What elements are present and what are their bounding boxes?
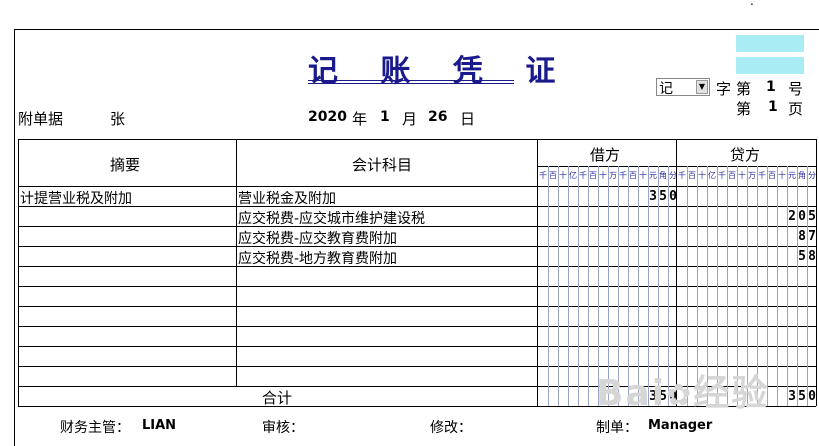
supervisor-value: LIAN	[142, 418, 177, 433]
supervisor-label: 财务主管：	[60, 420, 130, 436]
credit-unit-label: 十	[698, 171, 706, 180]
credit-digit-gridline	[797, 166, 798, 406]
ye-label: 页	[788, 100, 804, 118]
di-label-2: 第	[736, 100, 752, 118]
credit-unit-label: 万	[748, 171, 756, 180]
row-debit-digit: 5	[659, 189, 667, 204]
row-debit-digit: 3	[649, 189, 657, 204]
attachment-unit: 张	[110, 110, 126, 128]
debit-unit-label: 百	[629, 171, 637, 180]
col-sep-account	[236, 139, 237, 386]
zi-label: 字	[716, 80, 732, 98]
total-label: 合计	[262, 389, 293, 407]
debit-unit-label: 角	[659, 171, 667, 180]
debit-digit-gridline	[588, 166, 589, 406]
debit-unit-label: 百	[589, 171, 597, 180]
credit-unit-label: 百	[768, 171, 776, 180]
total-credit-digit: 3	[788, 389, 796, 404]
title-underline-1	[308, 80, 514, 81]
row-account[interactable]: 营业税金及附加	[238, 188, 336, 208]
total-credit-digit: 0	[808, 389, 816, 404]
debit-unit-label: 亿	[569, 171, 577, 180]
row-summary[interactable]: 计提营业税及附加	[20, 188, 132, 208]
row-credit-digit: 2	[788, 209, 796, 224]
debit-digit-gridline	[568, 166, 569, 406]
date-year[interactable]: 2020	[308, 109, 347, 125]
voucher-top-border	[14, 29, 819, 30]
row-account[interactable]: 应交税费-应交城市维护建设税	[238, 208, 425, 228]
title-underline-2	[308, 83, 514, 84]
year-label: 年	[352, 110, 368, 128]
credit-unit-label: 百	[688, 171, 696, 180]
row-account[interactable]: 应交税费-应交教育费附加	[238, 228, 397, 248]
voucher-type-select[interactable]: 记 ▼	[656, 78, 710, 97]
corner-marker: .	[750, 0, 754, 8]
row-credit-digit: 8	[798, 229, 806, 244]
credit-digit-gridline	[807, 166, 808, 406]
page-number[interactable]: 1	[768, 99, 778, 115]
debit-unit-label: 千	[619, 171, 627, 180]
date-day[interactable]: 26	[428, 109, 447, 125]
row-account[interactable]: 应交税费-地方教育费附加	[238, 248, 397, 268]
voucher-left-border	[14, 29, 15, 446]
cyan-cell-2[interactable]	[736, 57, 804, 74]
debit-unit-label: 百	[549, 171, 557, 180]
debit-unit-label: 十	[559, 171, 567, 180]
debit-unit-label: 十	[599, 171, 607, 180]
row-credit-digit: 0	[798, 209, 806, 224]
di-label-1: 第	[736, 80, 752, 98]
col-header-summary: 摘要	[110, 156, 141, 174]
cyan-cell-1[interactable]	[736, 35, 804, 52]
row-credit-digit: 5	[808, 209, 816, 224]
row-credit-digit: 5	[798, 249, 806, 264]
voucher-type-value: 记	[659, 81, 673, 97]
debit-unit-label: 千	[579, 171, 587, 180]
col-header-account: 会计科目	[352, 156, 413, 174]
col-header-debit: 借方	[590, 146, 621, 164]
prepared-label: 制单：	[596, 420, 638, 436]
total-credit-digit: 5	[798, 389, 806, 404]
modify-label: 修改：	[430, 420, 472, 436]
credit-unit-label: 千	[758, 171, 766, 180]
prepared-value: Manager	[648, 418, 713, 433]
date-month[interactable]: 1	[380, 109, 390, 125]
row-credit-digit: 8	[808, 249, 816, 264]
credit-digit-gridline	[787, 166, 788, 406]
credit-unit-label: 亿	[708, 171, 716, 180]
debit-digit-gridline	[558, 166, 559, 406]
debit-unit-label: 十	[639, 171, 647, 180]
debit-unit-label: 元	[649, 171, 657, 180]
col-header-credit: 贷方	[730, 146, 761, 164]
debit-digit-gridline	[578, 166, 579, 406]
credit-unit-label: 分	[808, 171, 816, 180]
debit-unit-label: 分	[669, 171, 677, 180]
row-debit-digit: 0	[669, 189, 677, 204]
credit-unit-label: 十	[738, 171, 746, 180]
row-credit-digit: 7	[808, 229, 816, 244]
credit-unit-label: 百	[728, 171, 736, 180]
debit-digit-gridline	[548, 166, 549, 406]
credit-unit-label: 千	[718, 171, 726, 180]
month-label: 月	[402, 110, 418, 128]
credit-digit-gridline	[777, 166, 778, 406]
credit-unit-label: 元	[788, 171, 796, 180]
debit-unit-label: 千	[539, 171, 547, 180]
attachment-label: 附单据	[18, 110, 64, 128]
credit-unit-label: 角	[798, 171, 806, 180]
watermark-logo: Bai✿经验	[596, 373, 770, 414]
voucher-number[interactable]: 1	[766, 79, 776, 95]
chevron-down-icon[interactable]: ▼	[696, 80, 708, 94]
review-label: 审核：	[262, 420, 304, 436]
day-label: 日	[460, 110, 476, 128]
debit-unit-label: 万	[609, 171, 617, 180]
credit-unit-label: 十	[778, 171, 786, 180]
hao-label: 号	[788, 80, 804, 98]
credit-unit-label: 千	[678, 171, 686, 180]
table-top-line	[18, 139, 816, 140]
